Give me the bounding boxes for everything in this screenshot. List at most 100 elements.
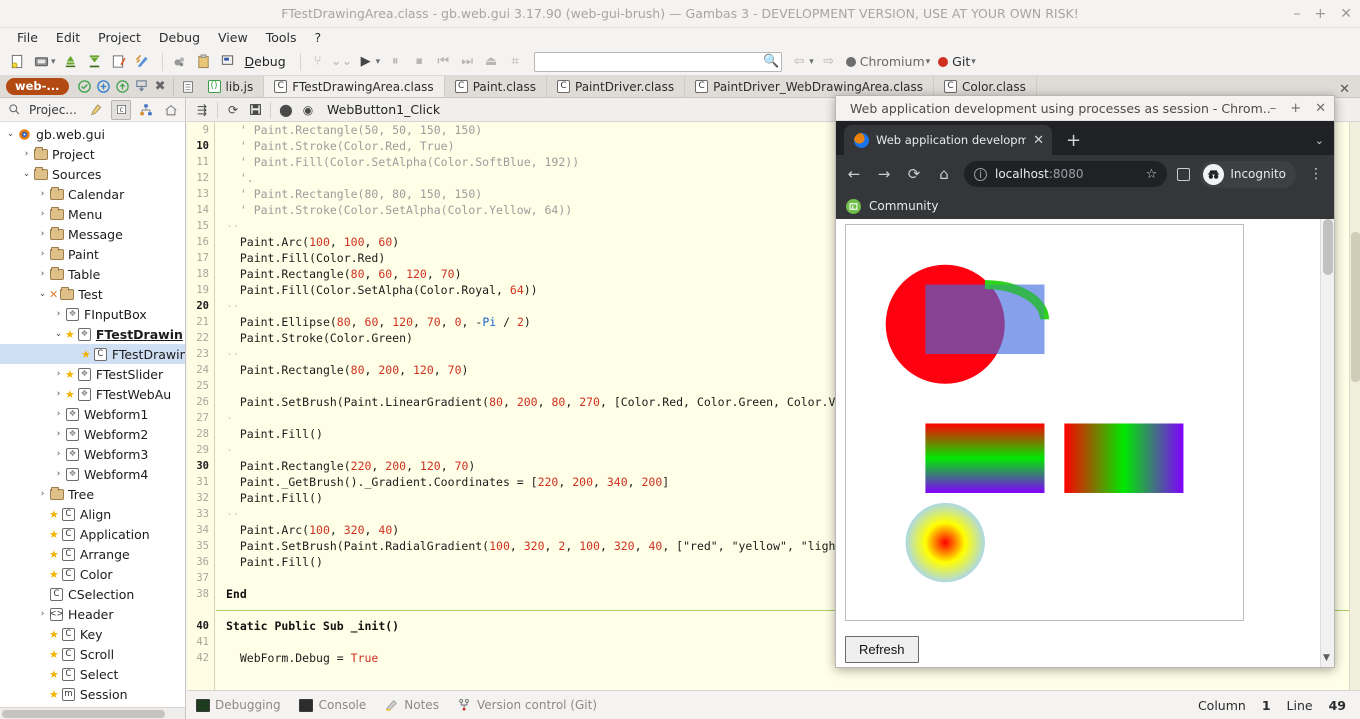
watch-icon[interactable]: ◉ [297, 100, 319, 120]
browser-minimize-button[interactable]: – [1270, 101, 1277, 116]
chevron-right-icon[interactable]: › [52, 469, 65, 479]
menu-file[interactable]: File [8, 29, 47, 47]
chevron-right-icon[interactable]: › [52, 309, 65, 319]
chevron-right-icon[interactable]: › [36, 249, 49, 259]
tree-item-paint[interactable]: ›Paint [0, 244, 185, 264]
tab-paintdriver-webdrawingarea-class[interactable]: C PaintDriver_WebDrawingArea.class [685, 76, 934, 97]
tree-horizontal-scrollbar[interactable] [0, 707, 185, 719]
browser-selector[interactable]: Chromium ▾ [846, 54, 934, 69]
tree-item-select[interactable]: ★CSelect [0, 664, 185, 684]
tree-item-message[interactable]: ›Message [0, 224, 185, 244]
flag-icon[interactable] [217, 51, 239, 73]
tree-item-finputbox[interactable]: ›❖FInputBox [0, 304, 185, 324]
tab-paint-class[interactable]: C Paint.class [445, 76, 547, 97]
scroll-down-arrow-icon[interactable]: ▼ [1323, 653, 1330, 663]
tree-item-key[interactable]: ★CKey [0, 624, 185, 644]
pause-icon[interactable]: ⏸ [384, 51, 406, 73]
forward-icon[interactable]: → [874, 165, 894, 183]
tree-item-webform3[interactable]: ›❖Webform3 [0, 444, 185, 464]
chevron-down-icon[interactable]: ⌄ [20, 169, 33, 179]
close-button[interactable]: ✕ [1340, 7, 1352, 21]
browser-tab-close-icon[interactable]: ✕ [1033, 133, 1044, 148]
compile-all-icon[interactable] [84, 51, 106, 73]
chevron-right-icon[interactable]: › [52, 429, 65, 439]
scrollbar-thumb[interactable] [2, 710, 165, 718]
tree-item-tree[interactable]: ›Tree [0, 484, 185, 504]
reload-icon[interactable]: ⟳ [904, 165, 924, 183]
compile-icon[interactable] [60, 51, 82, 73]
tab-search-chevron-down-icon[interactable]: ⌄ [1315, 134, 1324, 147]
eject-icon[interactable]: ⏏ [480, 51, 502, 73]
tree-item-ftestdrawin[interactable]: ★CFTestDrawin [0, 344, 185, 364]
tab-ftestdrawingarea-class[interactable]: C FTestDrawingArea.class [264, 76, 444, 97]
list-icon[interactable] [179, 77, 198, 96]
browser-page-content[interactable]: Refresh ▼ [836, 219, 1334, 667]
refresh-button[interactable]: Refresh [845, 636, 919, 663]
tree-item-menu[interactable]: ›Menu [0, 204, 185, 224]
tree-item-webform4[interactable]: ›❖Webform4 [0, 464, 185, 484]
status-debugging[interactable]: Debugging [195, 698, 281, 712]
new-tab-icon[interactable]: + [1066, 130, 1081, 151]
save-icon[interactable] [244, 100, 266, 120]
browser-caret[interactable]: ▾ [926, 57, 931, 67]
pull-icon[interactable] [132, 77, 151, 96]
nav-back-icon[interactable]: ⇦ [788, 51, 810, 73]
refresh-icon[interactable]: ⟳ [222, 100, 244, 120]
tree-item-application[interactable]: ★CApplication [0, 524, 185, 544]
add-icon[interactable] [94, 77, 113, 96]
chevron-right-icon[interactable]: › [20, 149, 33, 159]
menu-tools[interactable]: Tools [257, 29, 306, 47]
scrollbar-thumb[interactable] [1351, 232, 1360, 382]
forward-icon[interactable]: ⏭ [456, 51, 478, 73]
chevron-down-icon[interactable]: ⌄ [52, 329, 65, 339]
git-caret[interactable]: ▾ [971, 57, 976, 67]
web-drawing-area[interactable] [845, 224, 1244, 621]
address-bar[interactable]: i localhost:8080 ☆ [964, 161, 1167, 187]
tree-item-table[interactable]: ›Table [0, 264, 185, 284]
chevron-right-icon[interactable]: › [52, 369, 65, 379]
tree-item-gb-web-gui[interactable]: ⌄gb.web.gui [0, 124, 185, 144]
menu-edit[interactable]: Edit [47, 29, 89, 47]
tree-item-align[interactable]: ★CAlign [0, 504, 185, 524]
home-icon[interactable] [161, 100, 181, 120]
project-tree[interactable]: ⌄gb.web.gui›Project⌄Sources›Calendar›Men… [0, 122, 185, 707]
close-icon[interactable]: ✖ [151, 77, 170, 96]
broom-icon[interactable] [86, 100, 106, 120]
step-into-icon[interactable]: ⑂ [307, 51, 329, 73]
push-icon[interactable] [113, 77, 132, 96]
clipboard-icon[interactable] [193, 51, 215, 73]
chevron-down-icon[interactable]: ⌄ [36, 289, 49, 299]
back-icon[interactable]: ← [844, 165, 864, 183]
search-input[interactable]: 🔍 [534, 52, 782, 72]
browser-close-button[interactable]: ✕ [1315, 101, 1326, 116]
tree-item-arrange[interactable]: ★CArrange [0, 544, 185, 564]
commit-ok-icon[interactable] [75, 77, 94, 96]
editor-vertical-scrollbar[interactable] [1349, 122, 1360, 690]
page-scrollbar[interactable]: ▼ [1320, 219, 1334, 667]
bookmark-star-icon[interactable]: ☆ [1146, 167, 1158, 182]
debug-menu-label[interactable]: Debug [245, 54, 286, 69]
run-icon[interactable]: ▶ [355, 51, 377, 73]
tree-item-color[interactable]: ★CColor [0, 564, 185, 584]
open-dropdown-caret[interactable]: ▾ [51, 57, 56, 67]
tab-paintdriver-class[interactable]: C PaintDriver.class [547, 76, 685, 97]
run-dropdown-caret[interactable]: ▾ [376, 57, 381, 67]
tree-item-ftestdrawin[interactable]: ⌄★❖FTestDrawin [0, 324, 185, 344]
home-icon[interactable]: ⌂ [934, 165, 954, 183]
class-view-icon[interactable]: C [111, 100, 131, 120]
chevron-right-icon[interactable]: › [52, 449, 65, 459]
chevron-right-icon[interactable]: › [52, 389, 65, 399]
git-selector[interactable]: Git ▾ [938, 54, 980, 69]
search-icon[interactable] [4, 100, 24, 120]
tree-item-test[interactable]: ⌄✕Test [0, 284, 185, 304]
site-info-icon[interactable]: i [974, 168, 987, 181]
tree-item-header[interactable]: ›<>Header [0, 604, 185, 624]
tree-item-project[interactable]: ›Project [0, 144, 185, 164]
chevron-right-icon[interactable]: › [52, 409, 65, 419]
menu-help[interactable]: ? [306, 29, 331, 47]
chevron-right-icon[interactable]: › [36, 209, 49, 219]
browser-tab[interactable]: Web application development ✕ [844, 125, 1052, 155]
nav-forward-icon[interactable]: ⇨ [818, 51, 840, 73]
maximize-button[interactable]: + [1315, 7, 1327, 21]
status-console[interactable]: Console [299, 698, 367, 712]
